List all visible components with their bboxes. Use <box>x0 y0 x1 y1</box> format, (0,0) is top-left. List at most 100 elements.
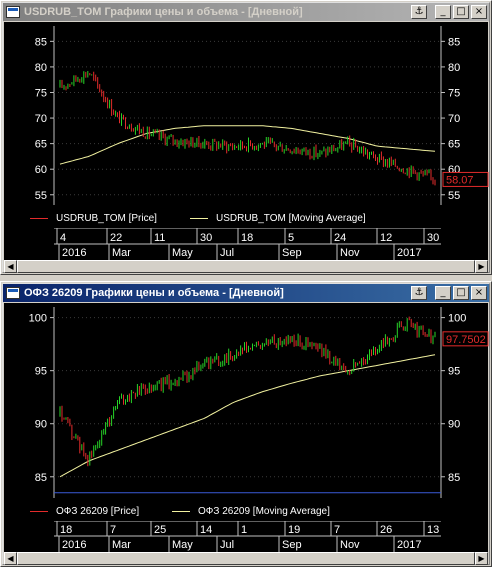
month-label: 2016 <box>62 247 86 259</box>
legend-label-price: USDRUB_TOM [Price] <box>56 213 157 224</box>
minimize-button[interactable]: _ <box>435 286 451 300</box>
y-tick-label-left: 100 <box>29 313 47 325</box>
time-axis-svg: 18 7 25 14 1 19 7 26 13 2016 Mar May Jul Sep Nov 2017 <box>54 520 441 552</box>
time-tick-label: 18 <box>241 232 253 244</box>
y-tick-label-right: 85 <box>448 472 460 484</box>
time-tick-label: 22 <box>110 232 122 244</box>
chart-window-icon <box>6 6 20 18</box>
time-axis-svg: 4 22 11 30 18 5 24 12 30 2016 Mar May Jul Sep Nov 2017 <box>54 227 441 260</box>
scroll-left-arrow-icon[interactable]: ◀ <box>4 260 17 273</box>
time-tick-label: 5 <box>288 232 294 244</box>
window-title: USDRUB_TOM Графики цены и объема - [Днев… <box>24 6 303 18</box>
y-tick-label-right: 100 <box>448 313 466 325</box>
y-tick-label-right: 90 <box>448 419 460 431</box>
time-axis: 18 7 25 14 1 19 7 26 13 2016 Mar May Jul Sep Nov 2017 <box>4 520 488 552</box>
time-tick-label: 14 <box>200 524 212 536</box>
legend-item-ma: ОФЗ 26209 [Moving Average] <box>172 506 330 517</box>
anchor-icon[interactable]: ⚓ <box>411 286 427 300</box>
ofz-chart-window[interactable]: ОФЗ 26209 Графики цены и объема - [Дневн… <box>0 281 492 567</box>
month-label: Jul <box>220 539 234 551</box>
legend-swatch-price <box>30 511 48 512</box>
month-label: Sep <box>282 539 302 551</box>
horizontal-scrollbar[interactable]: ◀ ▶ <box>4 260 488 273</box>
month-label: Mar <box>112 539 131 551</box>
y-tick-label-left: 75 <box>35 87 47 99</box>
time-axis: 4 22 11 30 18 5 24 12 30 2016 Mar May Jul Sep Nov 2017 <box>4 227 488 260</box>
y-tick-label-left: 70 <box>35 113 47 125</box>
anchor-icon[interactable]: ⚓ <box>411 5 427 19</box>
month-label: Nov <box>340 247 360 259</box>
y-tick-label-right: 85 <box>448 36 460 48</box>
month-label: May <box>172 247 193 259</box>
last-price-label: 58.07 <box>446 174 474 186</box>
scroll-left-arrow-icon[interactable]: ◀ <box>4 552 17 565</box>
minimize-button[interactable]: _ <box>435 5 451 19</box>
time-tick-label: 26 <box>380 524 392 536</box>
price-chart[interactable]: 85 85 90 90 95 95 100 100 97.7502 <box>4 303 490 502</box>
legend-swatch-ma <box>172 511 190 512</box>
legend-label-ma: USDRUB_TOM [Moving Average] <box>216 213 366 224</box>
time-tick-label: 24 <box>334 232 346 244</box>
chart-legend: ОФЗ 26209 [Price] ОФЗ 26209 [Moving Aver… <box>4 502 488 521</box>
maximize-button[interactable]: □ <box>453 5 469 19</box>
time-tick-label: 25 <box>154 524 166 536</box>
time-tick-label: 12 <box>380 232 392 244</box>
y-tick-label-right: 95 <box>448 366 460 378</box>
month-label: Sep <box>282 247 302 259</box>
price-chart-area[interactable]: 85 85 90 90 95 95 100 100 97.7502 <box>4 303 490 502</box>
y-tick-label-left: 85 <box>35 36 47 48</box>
legend-swatch-ma <box>190 218 208 219</box>
scroll-right-arrow-icon[interactable]: ▶ <box>475 552 488 565</box>
time-tick-label: 1 <box>241 524 247 536</box>
y-tick-label-right: 70 <box>448 113 460 125</box>
chart-window-icon <box>6 287 20 299</box>
price-chart-area[interactable]: 55 55 60 60 65 65 70 70 75 75 80 80 85 85 58.07 <box>4 22 490 209</box>
y-tick-label-left: 85 <box>35 472 47 484</box>
legend-item-price: ОФЗ 26209 [Price] <box>30 506 139 517</box>
legend-swatch-price <box>30 218 48 219</box>
time-tick-label: 18 <box>60 524 72 536</box>
time-tick-label: 19 <box>288 524 300 536</box>
month-label: 2016 <box>62 539 86 551</box>
moving-average-line <box>59 125 436 165</box>
time-tick-label: 30 <box>200 232 212 244</box>
usdrub-chart-window[interactable]: USDRUB_TOM Графики цены и объема - [Днев… <box>0 0 492 275</box>
month-label: 2017 <box>397 539 421 551</box>
y-tick-label-right: 75 <box>448 87 460 99</box>
window-titlebar[interactable]: ОФЗ 26209 Графики цены и объема - [Дневн… <box>3 284 489 302</box>
y-tick-label-right: 80 <box>448 62 460 74</box>
time-tick-label: 11 <box>154 232 165 244</box>
horizontal-scrollbar[interactable]: ◀ ▶ <box>4 552 488 565</box>
legend-label-ma: ОФЗ 26209 [Moving Average] <box>198 506 330 517</box>
time-tick-label: 7 <box>110 524 116 536</box>
window-titlebar[interactable]: USDRUB_TOM Графики цены и объема - [Днев… <box>3 3 489 21</box>
time-tick-label: 30 <box>427 232 439 244</box>
y-tick-label-right: 55 <box>448 190 460 202</box>
close-button[interactable]: × <box>471 286 487 300</box>
legend-item-price: USDRUB_TOM [Price] <box>30 213 157 224</box>
legend-item-ma: USDRUB_TOM [Moving Average] <box>190 213 366 224</box>
y-tick-label-left: 60 <box>35 164 47 176</box>
maximize-button[interactable]: □ <box>453 286 469 300</box>
scrollbar-thumb[interactable] <box>17 552 475 565</box>
price-chart[interactable]: 55 5560 6065 6570 7075 7580 8085 8558.07 <box>4 22 490 209</box>
window-title: ОФЗ 26209 Графики цены и объема - [Дневн… <box>24 287 284 299</box>
y-tick-label-left: 90 <box>35 419 47 431</box>
time-tick-label: 4 <box>60 232 66 244</box>
month-label: Mar <box>112 247 131 259</box>
close-button[interactable]: × <box>471 5 487 19</box>
y-tick-label-right: 65 <box>448 139 460 151</box>
chart-legend: USDRUB_TOM [Price] USDRUB_TOM [Moving Av… <box>4 209 488 228</box>
y-tick-label-left: 95 <box>35 366 47 378</box>
scrollbar-thumb[interactable] <box>17 260 475 273</box>
last-price-label: 97.7502 <box>446 334 486 346</box>
month-label: May <box>172 539 193 551</box>
month-label: Jul <box>220 247 234 259</box>
month-label: 2017 <box>397 247 421 259</box>
y-tick-label-left: 80 <box>35 62 47 74</box>
month-label: Nov <box>340 539 360 551</box>
y-tick-label-left: 65 <box>35 139 47 151</box>
time-tick-label: 7 <box>334 524 340 536</box>
scroll-right-arrow-icon[interactable]: ▶ <box>475 260 488 273</box>
y-tick-label-left: 55 <box>35 190 47 202</box>
